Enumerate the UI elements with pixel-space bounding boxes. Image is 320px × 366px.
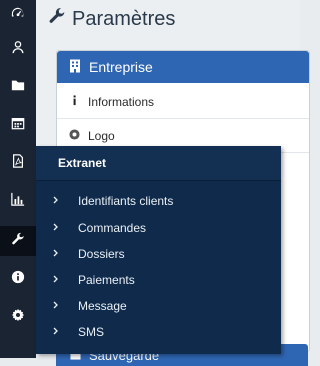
- flyout-item-label: Identifiants clients: [78, 194, 174, 208]
- flyout-item-identifiants-clients[interactable]: Identifiants clients: [36, 188, 281, 214]
- chevron-right-icon: [52, 223, 60, 231]
- list-item-label: Informations: [88, 94, 155, 109]
- image-icon: [69, 128, 80, 143]
- chevron-right-icon: [52, 275, 60, 283]
- flyout-title: Extranet: [36, 146, 281, 181]
- sidebar-item-info[interactable]: [0, 264, 36, 294]
- sidebar-item-stats[interactable]: [0, 186, 36, 216]
- flyout-item-message[interactable]: Message: [36, 293, 281, 319]
- chevron-right-icon: [52, 327, 60, 335]
- wrench-icon: [11, 232, 25, 251]
- bar-chart-icon: [11, 192, 25, 211]
- building-icon: [69, 59, 81, 76]
- chevron-right-icon: [52, 249, 60, 257]
- flyout-item-paiements[interactable]: Paiements: [36, 267, 281, 293]
- pdf-file-icon: [11, 153, 25, 173]
- flyout-item-label: Dossiers: [78, 247, 125, 261]
- list-item-label: Logo: [88, 128, 115, 143]
- panel-header: Entreprise: [57, 51, 309, 83]
- panel-title: Entreprise: [89, 59, 153, 75]
- sidebar-item-user[interactable]: [0, 34, 36, 64]
- sidebar-item-calendar[interactable]: [0, 110, 36, 140]
- sidebar-item-dashboard[interactable]: [0, 0, 36, 30]
- calendar-icon: [11, 116, 25, 135]
- page-title-text: Paramètres: [72, 7, 176, 30]
- wrench-icon: [48, 7, 66, 31]
- gear-icon: [11, 308, 25, 327]
- flyout-item-label: SMS: [78, 325, 105, 339]
- flyout-item-label: Message: [78, 299, 127, 313]
- list-item-informations[interactable]: Informations: [57, 85, 309, 119]
- sidebar-item-folder[interactable]: [0, 72, 36, 102]
- chevron-right-icon: [52, 301, 60, 309]
- flyout-item-commandes[interactable]: Commandes: [36, 215, 281, 241]
- extranet-flyout-menu: Extranet Identifiants clients Commandes …: [36, 146, 281, 354]
- sidebar-item-gear[interactable]: [0, 302, 36, 332]
- info-icon: [11, 270, 25, 289]
- sidebar-item-settings-tools[interactable]: [0, 226, 36, 256]
- sidebar: [0, 0, 36, 358]
- flyout-item-label: Commandes: [78, 221, 147, 235]
- user-icon: [11, 40, 25, 59]
- page-title: Paramètres: [48, 4, 175, 34]
- flyout-item-dossiers[interactable]: Dossiers: [36, 241, 281, 267]
- flyout-item-sms[interactable]: SMS: [36, 319, 281, 345]
- info-small-icon: [69, 94, 80, 109]
- chevron-right-icon: [52, 196, 60, 204]
- folder-icon: [11, 78, 25, 97]
- flyout-item-label: Paiements: [78, 273, 135, 287]
- sidebar-item-pdf[interactable]: [0, 148, 36, 178]
- dashboard-icon: [11, 6, 25, 25]
